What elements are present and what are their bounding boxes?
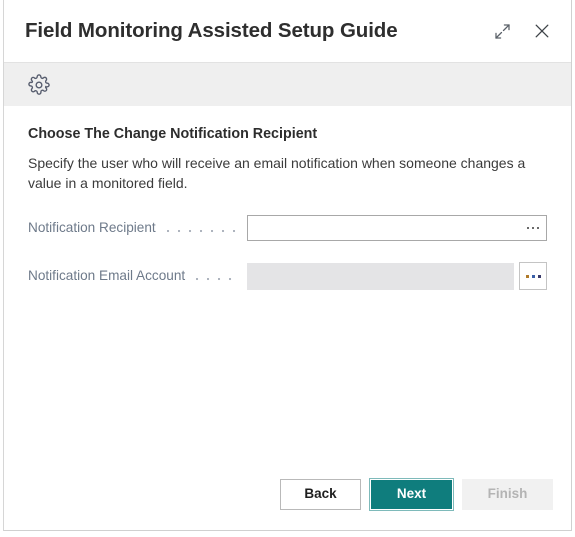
- field-row-notification-email-account: Notification Email Account: [28, 262, 547, 291]
- section-heading: Choose The Change Notification Recipient: [28, 126, 318, 142]
- leader-dots: [196, 272, 238, 286]
- ellipsis-icon: [525, 274, 541, 278]
- field-label-notification-recipient: Notification Recipient: [28, 220, 156, 236]
- leader-dots: [166, 224, 238, 238]
- field-control-notification-recipient: [247, 215, 547, 242]
- field-row-notification-recipient: Notification Recipient: [28, 215, 547, 242]
- notification-email-account-lookup-button[interactable]: [519, 262, 547, 291]
- back-button[interactable]: Back: [280, 478, 361, 510]
- field-label-notification-email-account: Notification Email Account: [28, 268, 186, 284]
- section-description: Specify the user who will receive an ema…: [28, 154, 526, 191]
- assisted-setup-dialog: Field Monitoring Assisted Setup Guide Ch…: [3, 0, 572, 531]
- notification-recipient-input-box[interactable]: [247, 215, 547, 242]
- page-title: Field Monitoring Assisted Setup Guide: [25, 18, 398, 42]
- gear-icon[interactable]: [24, 70, 54, 100]
- title-bar: Field Monitoring Assisted Setup Guide: [4, 0, 571, 62]
- field-control-notification-email-account: [247, 262, 547, 291]
- dialog-footer: Back Next Finish: [4, 468, 571, 530]
- finish-button: Finish: [462, 478, 553, 510]
- close-icon[interactable]: [529, 18, 555, 44]
- notification-email-account-input: [247, 262, 514, 290]
- notification-recipient-input[interactable]: [248, 216, 524, 241]
- next-button[interactable]: Next: [369, 477, 454, 511]
- ellipsis-icon: [527, 227, 539, 230]
- content-area: Choose The Change Notification Recipient…: [4, 106, 571, 468]
- toolbar: [4, 62, 571, 106]
- expand-diagonal-icon[interactable]: [489, 18, 515, 44]
- notification-recipient-lookup-ellipsis-icon[interactable]: [524, 216, 546, 240]
- title-bar-actions: [489, 18, 555, 44]
